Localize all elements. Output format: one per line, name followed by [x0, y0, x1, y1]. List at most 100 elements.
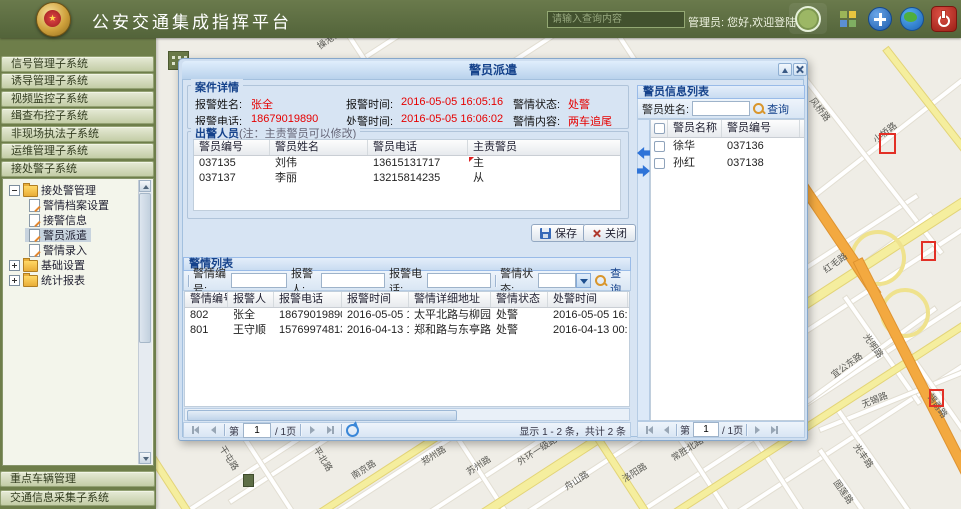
cell-officer-phone: 13615131717 — [368, 156, 468, 171]
scrollbar-thumb[interactable] — [139, 193, 151, 343]
close-button[interactable]: 关闭 — [583, 224, 636, 242]
expand-box-icon[interactable] — [9, 275, 20, 286]
officer-search-button[interactable]: 查询 — [767, 101, 789, 117]
scroll-down-icon[interactable] — [139, 452, 151, 464]
column-header[interactable]: 警员姓名 — [270, 140, 368, 155]
sidebar-item-traffic-collect[interactable]: 交通信息采集子系统 — [0, 490, 155, 506]
last-page-icon[interactable] — [767, 423, 781, 436]
page-number-input[interactable] — [243, 423, 271, 438]
collapse-icon[interactable] — [778, 63, 792, 76]
field-label: 报警姓名: — [195, 96, 242, 112]
first-page-icon[interactable] — [642, 423, 656, 436]
checkbox-icon — [654, 123, 665, 134]
column-header[interactable]: 警员电话 — [368, 140, 468, 155]
column-header[interactable]: 报警时间 — [342, 292, 409, 307]
sidebar-item-signal[interactable]: 信号管理子系统 — [1, 56, 154, 72]
scrollbar-thumb[interactable] — [187, 410, 457, 421]
column-header[interactable]: 主责警员 — [468, 140, 621, 155]
search-icon[interactable] — [753, 103, 764, 114]
close-icon[interactable] — [793, 63, 807, 76]
toolbar-separator — [746, 424, 747, 436]
column-header[interactable]: 警情状态 — [491, 292, 548, 307]
column-header[interactable]: 警情详细地址 — [409, 292, 491, 307]
add-button[interactable] — [865, 3, 895, 34]
case-details-legend: 案件详情 — [191, 79, 243, 95]
apps-grid-button[interactable] — [833, 3, 863, 34]
paging-summary: 显示 1 - 2 条，共计 2 条 — [519, 423, 626, 438]
logout-button[interactable] — [928, 3, 959, 34]
map-marker[interactable] — [921, 241, 936, 261]
sidebar-item-offsite[interactable]: 非现场执法子系统 — [1, 126, 154, 142]
table-row[interactable]: 801 王守顺 15769974813 2016-04-13 12:... 郑和… — [185, 323, 629, 338]
alarm-grid: 警情编号 报警人 报警电话 报警时间 警情详细地址 警情状态 处警时间 802 … — [184, 291, 630, 407]
tree-node-base-settings[interactable]: 基础设置 — [5, 258, 89, 272]
tree-node-alarm-info[interactable]: 接警信息 — [25, 213, 91, 227]
tree-node-alarm-archive[interactable]: 警情档案设置 — [25, 198, 113, 212]
map-marker[interactable] — [879, 133, 896, 154]
column-header[interactable]: 警员编号 — [722, 120, 800, 137]
map-mode-button[interactable] — [897, 3, 927, 34]
sidebar-item-om[interactable]: 运维管理子系统 — [1, 143, 154, 159]
page-number-input[interactable] — [693, 422, 719, 437]
cell-primary-flag[interactable]: 主 — [468, 156, 621, 171]
table-row[interactable]: 802 张全 18679019890 2016-05-05 16:... 太平北… — [185, 308, 629, 323]
toolbar-separator — [676, 424, 677, 436]
refresh-icon[interactable] — [346, 424, 359, 437]
dispatch-grid-header: 警员编号 警员姓名 警员电话 主责警员 — [194, 140, 620, 156]
sidebar-item-investigation[interactable]: 缉查布控子系统 — [1, 108, 154, 124]
search-icon[interactable] — [595, 275, 606, 286]
tree-node-stat-reports[interactable]: 统计报表 — [5, 273, 89, 287]
chevron-down-icon[interactable] — [576, 273, 591, 288]
tree-node-alarm-entry[interactable]: 警情录入 — [25, 243, 91, 257]
officer-name-input[interactable] — [692, 101, 750, 116]
app-title: 公安交通集成指挥平台 — [92, 8, 292, 33]
column-header[interactable]: 报警人 — [228, 292, 274, 307]
next-page-icon[interactable] — [750, 423, 764, 436]
sidebar-item-key-vehicle[interactable]: 重点车辆管理 — [0, 471, 155, 487]
folder-icon — [23, 275, 38, 287]
reporter-input[interactable] — [321, 273, 385, 288]
map-marker[interactable] — [929, 389, 944, 407]
phone-input[interactable] — [427, 273, 491, 288]
next-page-icon[interactable] — [305, 424, 319, 437]
checkbox-icon — [654, 158, 665, 169]
sidebar-item-guidance[interactable]: 诱导管理子系统 — [1, 73, 154, 89]
prev-page-icon[interactable] — [206, 424, 220, 437]
cell-primary-flag[interactable]: 从 — [468, 171, 621, 186]
column-header[interactable]: 处警时间 — [548, 292, 628, 307]
column-header[interactable]: 警员名称 — [668, 120, 722, 137]
horizontal-scrollbar[interactable] — [184, 408, 630, 421]
list-item[interactable]: 孙红 037138 — [651, 155, 804, 172]
last-page-icon[interactable] — [323, 424, 337, 437]
column-header[interactable]: 报警电话 — [274, 292, 342, 307]
global-search-input[interactable] — [547, 11, 685, 28]
column-header[interactable]: 警员编号 — [194, 140, 270, 155]
row-checkbox[interactable] — [651, 155, 668, 172]
scroll-up-icon[interactable] — [139, 180, 151, 192]
status-select[interactable] — [538, 273, 576, 288]
tree-node-officer-dispatch[interactable]: 警员派遣 — [25, 228, 91, 242]
window-titlebar[interactable]: 警员派遣 — [182, 61, 804, 79]
table-row[interactable]: 037135 刘伟 13615131717 主 — [194, 156, 620, 171]
recycle-button[interactable] — [789, 3, 827, 34]
row-checkbox[interactable] — [651, 138, 668, 155]
expand-box-icon[interactable] — [9, 260, 20, 271]
column-header-sorted[interactable]: 警情编号 — [185, 292, 228, 307]
table-row[interactable]: 037137 李丽 13215814235 从 — [194, 171, 620, 186]
cell-officer-name: 孙红 — [668, 155, 722, 172]
list-item[interactable]: 徐华 037136 — [651, 138, 804, 155]
sidebar-item-dispatch-system[interactable]: 接处警子系统 — [1, 161, 154, 177]
plus-icon — [868, 7, 892, 31]
tree-node-dispatch-mgmt[interactable]: 接处警管理 — [5, 183, 100, 197]
collapse-box-icon[interactable] — [9, 185, 20, 196]
prev-page-icon[interactable] — [659, 423, 673, 436]
first-page-icon[interactable] — [188, 424, 202, 437]
sidebar-item-video[interactable]: 视频监控子系统 — [1, 91, 154, 107]
save-icon — [540, 228, 551, 239]
tree-scrollbar[interactable] — [138, 180, 152, 464]
cell-officer-phone: 13215814235 — [368, 171, 468, 186]
alarm-id-input[interactable] — [231, 273, 287, 288]
page-icon — [29, 214, 40, 227]
select-all-checkbox[interactable] — [651, 120, 668, 137]
save-button[interactable]: 保存 — [531, 224, 586, 242]
